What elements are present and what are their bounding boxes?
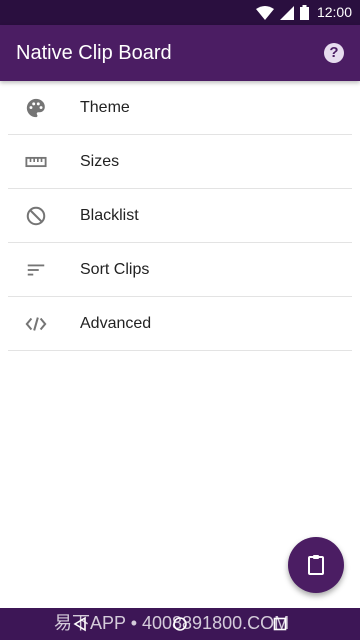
code-icon xyxy=(25,313,47,335)
signal-icon xyxy=(279,5,294,20)
app-title: Native Clip Board xyxy=(16,42,172,64)
menu-item-theme[interactable]: Theme xyxy=(0,81,360,135)
menu-item-blacklist[interactable]: Blacklist xyxy=(0,189,360,243)
block-icon xyxy=(25,205,47,227)
status-time: 12:00 xyxy=(316,4,352,20)
help-circle-icon[interactable]: ? xyxy=(324,43,344,63)
watermark: 易下APP • 4008891800.COM xyxy=(54,613,290,633)
menu-item-label: Advanced xyxy=(80,315,152,332)
status-icons: 12:00 xyxy=(255,4,352,21)
menu-item-label: Theme xyxy=(80,99,130,116)
ruler-icon xyxy=(25,151,47,173)
sort-icon xyxy=(25,259,47,281)
clipboard-fab-button[interactable] xyxy=(288,537,344,593)
menu-item-advanced[interactable]: Advanced xyxy=(0,297,360,351)
menu-item-label: Blacklist xyxy=(80,207,139,224)
settings-menu: Theme Sizes Blacklist Sort Clips Advance… xyxy=(0,81,360,351)
status-bar: 12:00 xyxy=(0,0,360,25)
wifi-icon xyxy=(255,5,274,20)
battery-icon xyxy=(299,5,309,20)
menu-item-label: Sizes xyxy=(80,153,120,170)
palette-icon xyxy=(25,97,47,119)
menu-item-label: Sort Clips xyxy=(80,261,150,278)
menu-item-sort-clips[interactable]: Sort Clips xyxy=(0,243,360,297)
clipboard-icon xyxy=(308,555,324,575)
menu-item-sizes[interactable]: Sizes xyxy=(0,135,360,189)
divider xyxy=(8,350,352,351)
app-bar: Native Clip Board ? xyxy=(0,25,360,81)
